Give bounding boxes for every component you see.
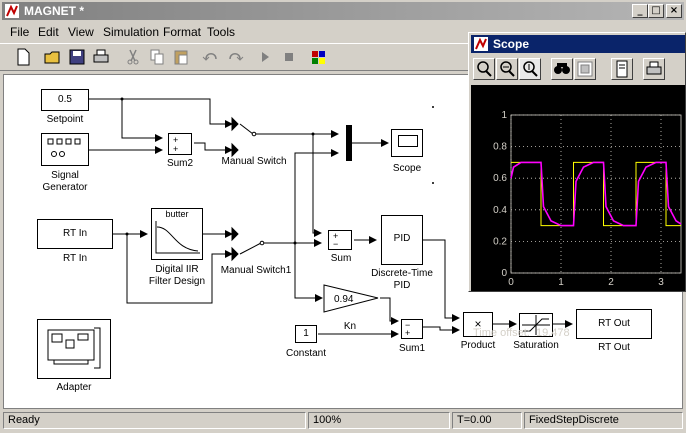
sum-label: Sum [330, 253, 352, 264]
saturation-label: Saturation [513, 340, 559, 351]
kn-label: Kn [343, 321, 357, 332]
y-tick-label: 0.4 [493, 205, 507, 216]
zoom-y-icon[interactable] [519, 58, 541, 80]
product-label: Product [460, 340, 496, 351]
autoscale-icon[interactable] [551, 58, 573, 80]
scope-app-icon [474, 37, 488, 51]
y-tick-label: 0.6 [493, 173, 507, 184]
manual-switch1-symbol[interactable] [231, 226, 265, 262]
rt-in-text: RT In [62, 228, 88, 239]
status-solver: FixedStepDiscrete [524, 412, 683, 429]
status-zoom: 100% [308, 412, 450, 429]
zoom-x-icon[interactable] [496, 58, 518, 80]
x-tick-label: 3 [658, 277, 664, 288]
manual-switch-label: Manual Switch [221, 156, 287, 167]
constant-block[interactable]: 1 [295, 325, 317, 343]
discrete-time-pid-block[interactable]: PID [381, 215, 423, 265]
kn-text: 0.94 [334, 294, 354, 305]
zoom-icon[interactable] [473, 58, 495, 80]
sum2-block[interactable]: + + [168, 133, 192, 155]
x-tick-label: 2 [608, 277, 614, 288]
plot-frame [510, 114, 682, 274]
x-tick-label: 1 [558, 277, 564, 288]
filter-response-icon [155, 221, 200, 254]
setpoint-label: Setpoint [46, 114, 84, 125]
rt-out-block[interactable]: RT Out [576, 309, 652, 339]
x-tick-label: 0 [508, 277, 514, 288]
constant-label: Constant [285, 348, 327, 359]
y-tick-label: 0.8 [493, 142, 507, 153]
time-offset-value: 19.478 [535, 327, 570, 339]
scope-block-label: Scope [392, 163, 422, 174]
time-offset-label: Time offset: [473, 327, 530, 339]
scope-block[interactable] [391, 129, 423, 157]
scope-plot-area[interactable]: 0 0.2 0.4 0.6 0.8 1 0 1 2 3 Time offset: 19.478 [471, 85, 685, 339]
rt-out-label: RT Out [598, 342, 630, 353]
sum1-label: Sum1 [398, 343, 426, 354]
adapter-label: Adapter [56, 382, 92, 393]
rt-in-block[interactable]: RT In [37, 219, 113, 249]
pid-label-line1: Discrete-Time [371, 268, 433, 279]
setpoint-value: 0.5 [58, 94, 72, 105]
filter-label-line2: Filter Design [148, 276, 206, 287]
sum1-block[interactable]: − + [401, 319, 423, 339]
series-line-1 [510, 161, 682, 227]
sum-block[interactable]: + − [328, 230, 352, 250]
rt-out-text: RT Out [598, 318, 630, 329]
rt-in-label: RT In [62, 253, 88, 264]
filter-text: butter [165, 209, 189, 219]
scope-title-bar[interactable]: Scope [471, 35, 685, 53]
properties-icon[interactable] [611, 58, 633, 80]
status-ready: Ready [3, 412, 306, 429]
print-icon[interactable] [643, 58, 665, 80]
adapter-block[interactable] [37, 319, 111, 379]
signal-generator-icon [47, 138, 81, 157]
pid-text: PID [393, 233, 411, 244]
setpoint-block[interactable]: 0.5 [41, 89, 89, 111]
status-time: T=0.00 [452, 412, 522, 429]
status-bar: Ready 100% T=0.00 FixedStepDiscrete [0, 410, 686, 432]
y-tick-label: 1 [501, 110, 507, 121]
save-axes-icon[interactable] [574, 58, 596, 80]
scope-title: Scope [493, 37, 530, 51]
signal-generator-block[interactable] [41, 133, 89, 166]
scope-window[interactable]: Scope 0 0.2 0.4 0.6 0.8 1 0 1 2 3 Time offset: 19… [468, 32, 686, 339]
mux-block[interactable] [346, 125, 352, 161]
constant-text: 1 [303, 328, 309, 339]
manual-switch1-label: Manual Switch1 [220, 265, 292, 276]
series-line-0 [511, 161, 681, 227]
time-offset: Time offset: 19.478 [473, 327, 570, 339]
signal-generator-label-line2: Generator [42, 182, 88, 193]
signal-generator-label-line1: Signal [51, 170, 79, 181]
kn-gain-block[interactable]: 0.94 [322, 283, 382, 315]
filter-label-line1: Digital IIR [155, 264, 199, 275]
sum2-label: Sum2 [166, 158, 194, 169]
scope-plot: 0 0.2 0.4 0.6 0.8 1 0 1 2 3 [493, 110, 682, 288]
y-tick-label: 0.2 [493, 236, 507, 247]
manual-switch-symbol[interactable] [231, 116, 257, 158]
adapter-card-icon [47, 327, 101, 369]
scope-screen-icon [398, 135, 418, 147]
y-tick-label: 0 [501, 268, 507, 279]
digital-iir-filter-block[interactable]: butter [151, 208, 203, 260]
